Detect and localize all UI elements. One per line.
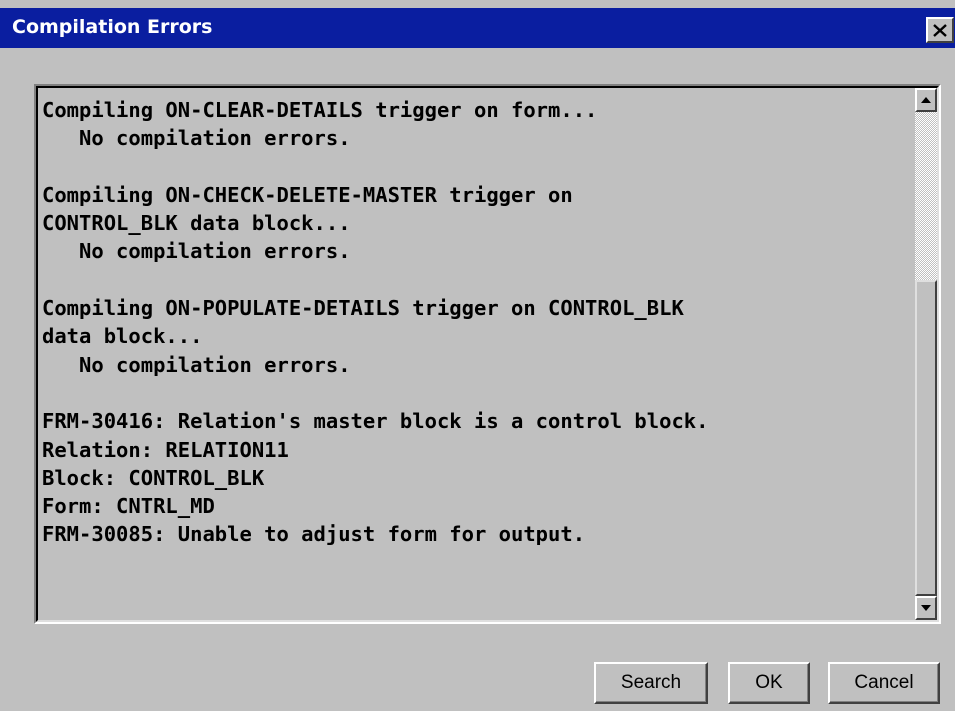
ok-button[interactable]: OK	[728, 662, 810, 704]
scroll-thumb[interactable]	[915, 280, 937, 596]
log-line: Compiling ON-CLEAR-DETAILS trigger on fo…	[42, 98, 598, 122]
scroll-up-button[interactable]	[915, 88, 937, 112]
scroll-track[interactable]	[915, 112, 937, 280]
log-line: No compilation errors.	[42, 126, 351, 151]
log-line: Relation: RELATION11	[42, 437, 289, 462]
log-line: Compiling ON-POPULATE-DETAILS trigger on…	[42, 296, 684, 321]
log-line: FRM-30416: Relation's master block is a …	[42, 409, 709, 434]
log-line: Form: CNTRL_MD	[42, 494, 215, 519]
close-icon	[933, 23, 947, 37]
compilation-log-inner: Compiling ON-CLEAR-DETAILS trigger on fo…	[36, 86, 939, 622]
log-line: FRM-30085: Unable to adjust form for out…	[42, 522, 586, 547]
window-title: Compilation Errors	[12, 16, 213, 38]
cancel-button[interactable]: Cancel	[828, 662, 940, 704]
compilation-log-text: Compiling ON-CLEAR-DETAILS trigger on fo…	[42, 96, 912, 549]
vertical-scrollbar[interactable]	[915, 88, 937, 620]
search-button[interactable]: Search	[594, 662, 708, 704]
scroll-down-arrow-icon	[921, 605, 931, 611]
log-line: data block...	[42, 324, 203, 349]
log-line: Block: CONTROL_BLK	[42, 465, 265, 490]
log-line: CONTROL_BLK data block...	[42, 211, 351, 236]
title-bar[interactable]: Compilation Errors	[0, 8, 955, 48]
compilation-log-area[interactable]: Compiling ON-CLEAR-DETAILS trigger on fo…	[34, 84, 941, 624]
close-button[interactable]	[926, 17, 954, 43]
log-line: No compilation errors.	[42, 352, 351, 377]
log-line: No compilation errors.	[42, 239, 351, 264]
log-line: Compiling ON-CHECK-DELETE-MASTER trigger…	[42, 182, 573, 207]
scroll-down-button[interactable]	[915, 596, 937, 620]
compilation-errors-dialog: Compilation Errors Compiling ON-CLEAR-DE…	[0, 0, 955, 711]
scroll-up-arrow-icon	[921, 97, 931, 103]
